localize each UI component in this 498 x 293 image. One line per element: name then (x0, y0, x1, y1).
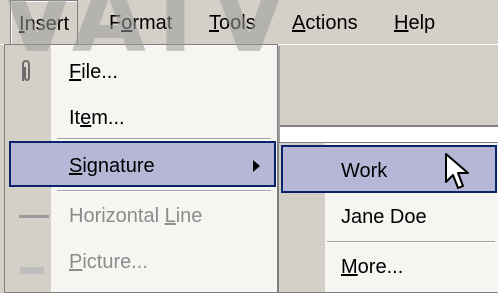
submenu-item-label: More... (341, 256, 404, 278)
menu-separator (57, 190, 271, 192)
menu-item-label: Picture... (69, 251, 148, 273)
horizontal-line-icon (19, 215, 49, 218)
submenu-arrow-icon (253, 160, 260, 172)
menu-item-horizontal-line[interactable]: Horizontal Line (5, 193, 277, 239)
mouse-cursor-icon (445, 153, 469, 189)
menu-item-picture[interactable]: Picture... (5, 239, 277, 285)
menu-insert[interactable]: Insert (10, 0, 79, 44)
menu-item-label: File... (69, 61, 118, 83)
menu-item-file[interactable]: File... (5, 49, 277, 95)
menu-item-item[interactable]: Item... (5, 95, 277, 141)
menu-help[interactable]: Help (386, 0, 443, 44)
paperclip-icon (22, 60, 30, 81)
picture-icon (20, 267, 44, 274)
menu-separator (57, 138, 271, 140)
menu-item-label: Signature (69, 155, 155, 177)
menu-actions[interactable]: Actions (284, 0, 366, 44)
submenu-item-label: Jane Doe (341, 206, 427, 228)
submenu-item-jane-doe[interactable]: Jane Doe (279, 193, 498, 241)
menu-tools[interactable]: Tools (201, 0, 264, 44)
menu-format[interactable]: Format (101, 0, 180, 44)
insert-menu: File... Item... Signature Horizontal Lin… (4, 44, 278, 293)
submenu-item-label: Work (341, 160, 388, 182)
submenu-item-more[interactable]: More... (279, 243, 498, 291)
menu-item-signature[interactable]: Signature (9, 141, 276, 187)
menu-item-label: Horizontal Line (69, 205, 203, 227)
menu-item-label: Item... (69, 107, 125, 129)
menu-bar: Insert Format Tools Actions Help (0, 0, 498, 45)
